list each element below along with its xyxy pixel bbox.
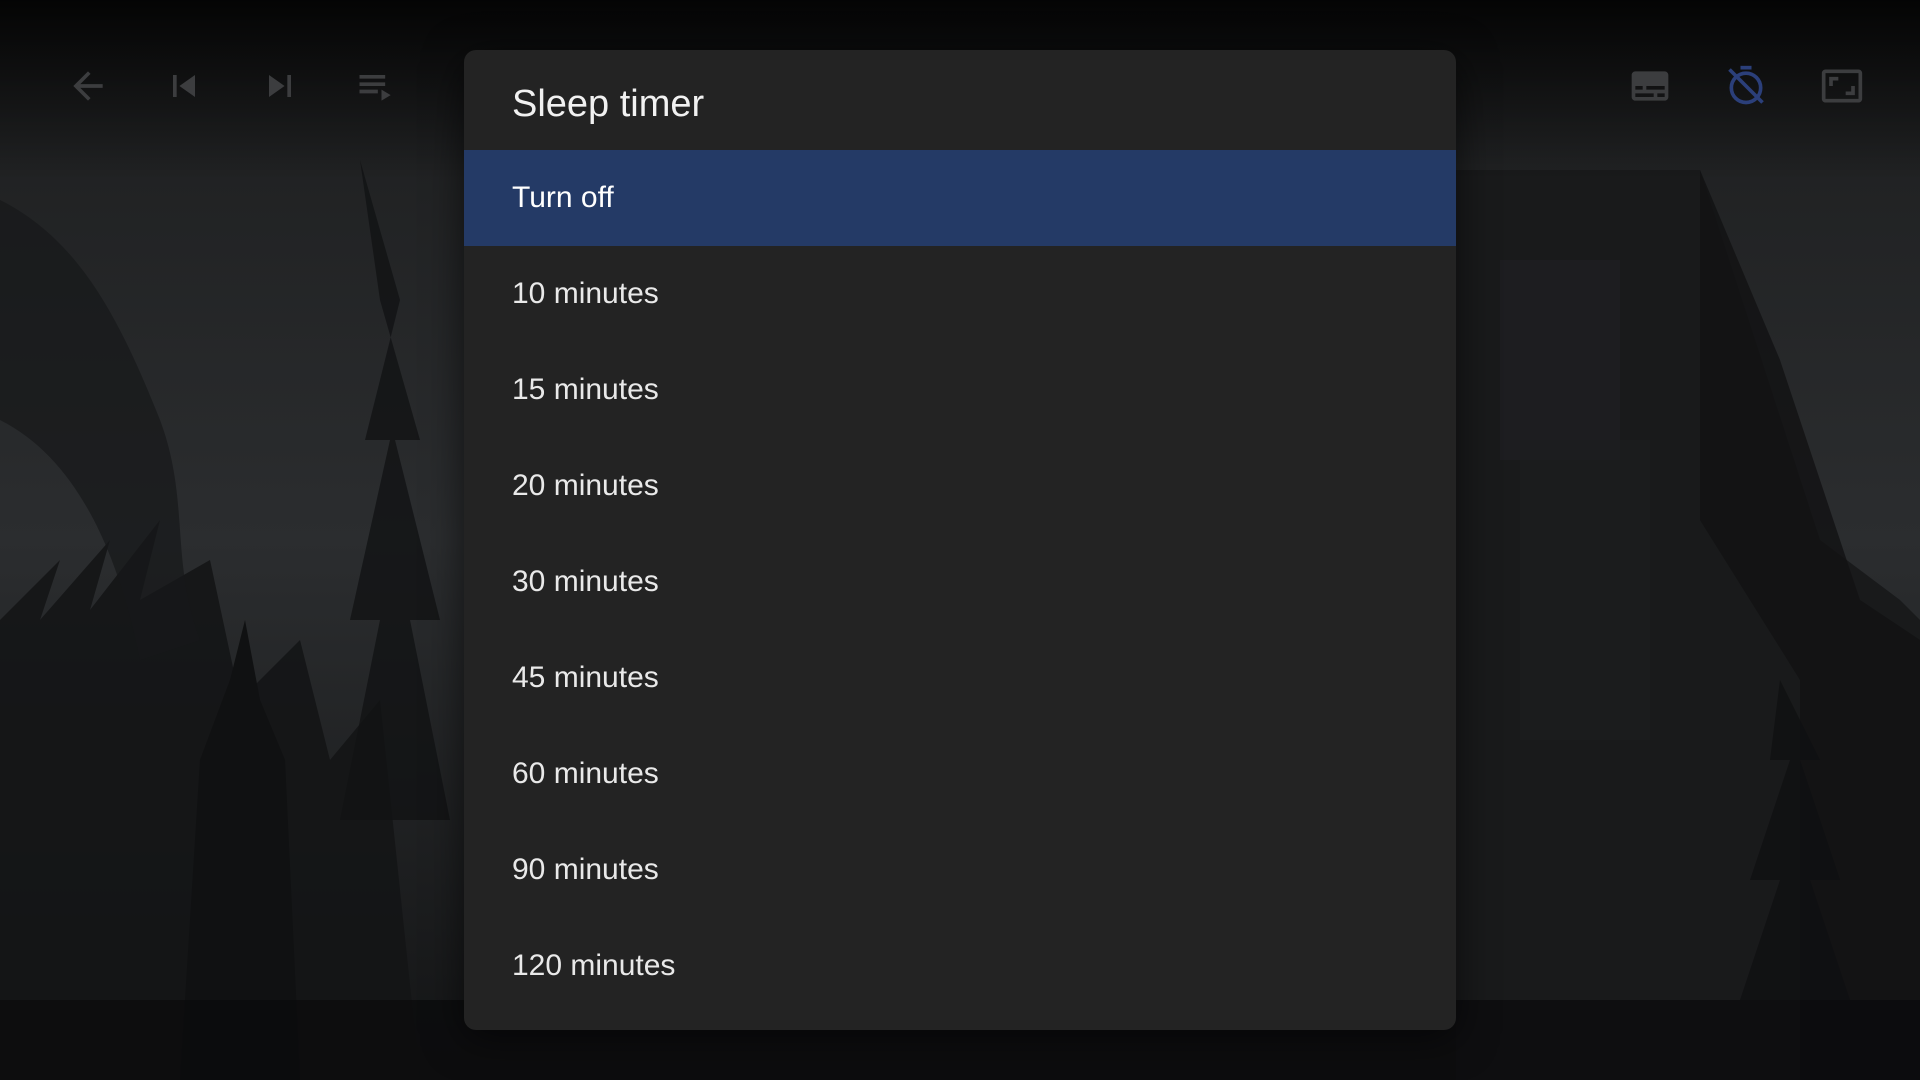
aspect-ratio-icon <box>1821 69 1863 103</box>
aspect-ratio-button[interactable] <box>1814 58 1870 114</box>
dialog-title: Sleep timer <box>512 82 705 125</box>
video-player[interactable]: Sleep timer Turn off 10 minutes 15 minut… <box>0 0 1920 1080</box>
timer-off-icon <box>1728 65 1764 105</box>
playlist-button[interactable] <box>348 58 404 114</box>
option-45-minutes[interactable]: 45 minutes <box>464 630 1456 726</box>
option-90-minutes[interactable]: 90 minutes <box>464 822 1456 918</box>
sleep-timer-dialog: Sleep timer Turn off 10 minutes 15 minut… <box>464 50 1456 1030</box>
sleep-timer-button[interactable] <box>1718 58 1774 114</box>
right-player-controls <box>1582 58 1870 114</box>
playlist-icon <box>359 75 391 101</box>
option-30-minutes[interactable]: 30 minutes <box>464 534 1456 630</box>
subtitles-icon <box>1631 71 1669 101</box>
previous-button[interactable] <box>156 58 212 114</box>
back-arrow-icon <box>73 71 103 101</box>
subtitles-button[interactable] <box>1622 58 1678 114</box>
sleep-timer-options: Turn off 10 minutes 15 minutes 20 minute… <box>464 150 1456 1014</box>
option-60-minutes[interactable]: 60 minutes <box>464 726 1456 822</box>
option-15-minutes[interactable]: 15 minutes <box>464 342 1456 438</box>
skip-previous-icon <box>173 75 195 97</box>
option-20-minutes[interactable]: 20 minutes <box>464 438 1456 534</box>
option-10-minutes[interactable]: 10 minutes <box>464 246 1456 342</box>
option-120-minutes[interactable]: 120 minutes <box>464 918 1456 1014</box>
left-player-controls <box>60 58 444 114</box>
next-button[interactable] <box>252 58 308 114</box>
back-button[interactable] <box>60 58 116 114</box>
option-turn-off[interactable]: Turn off <box>464 150 1456 246</box>
skip-next-icon <box>269 75 291 97</box>
